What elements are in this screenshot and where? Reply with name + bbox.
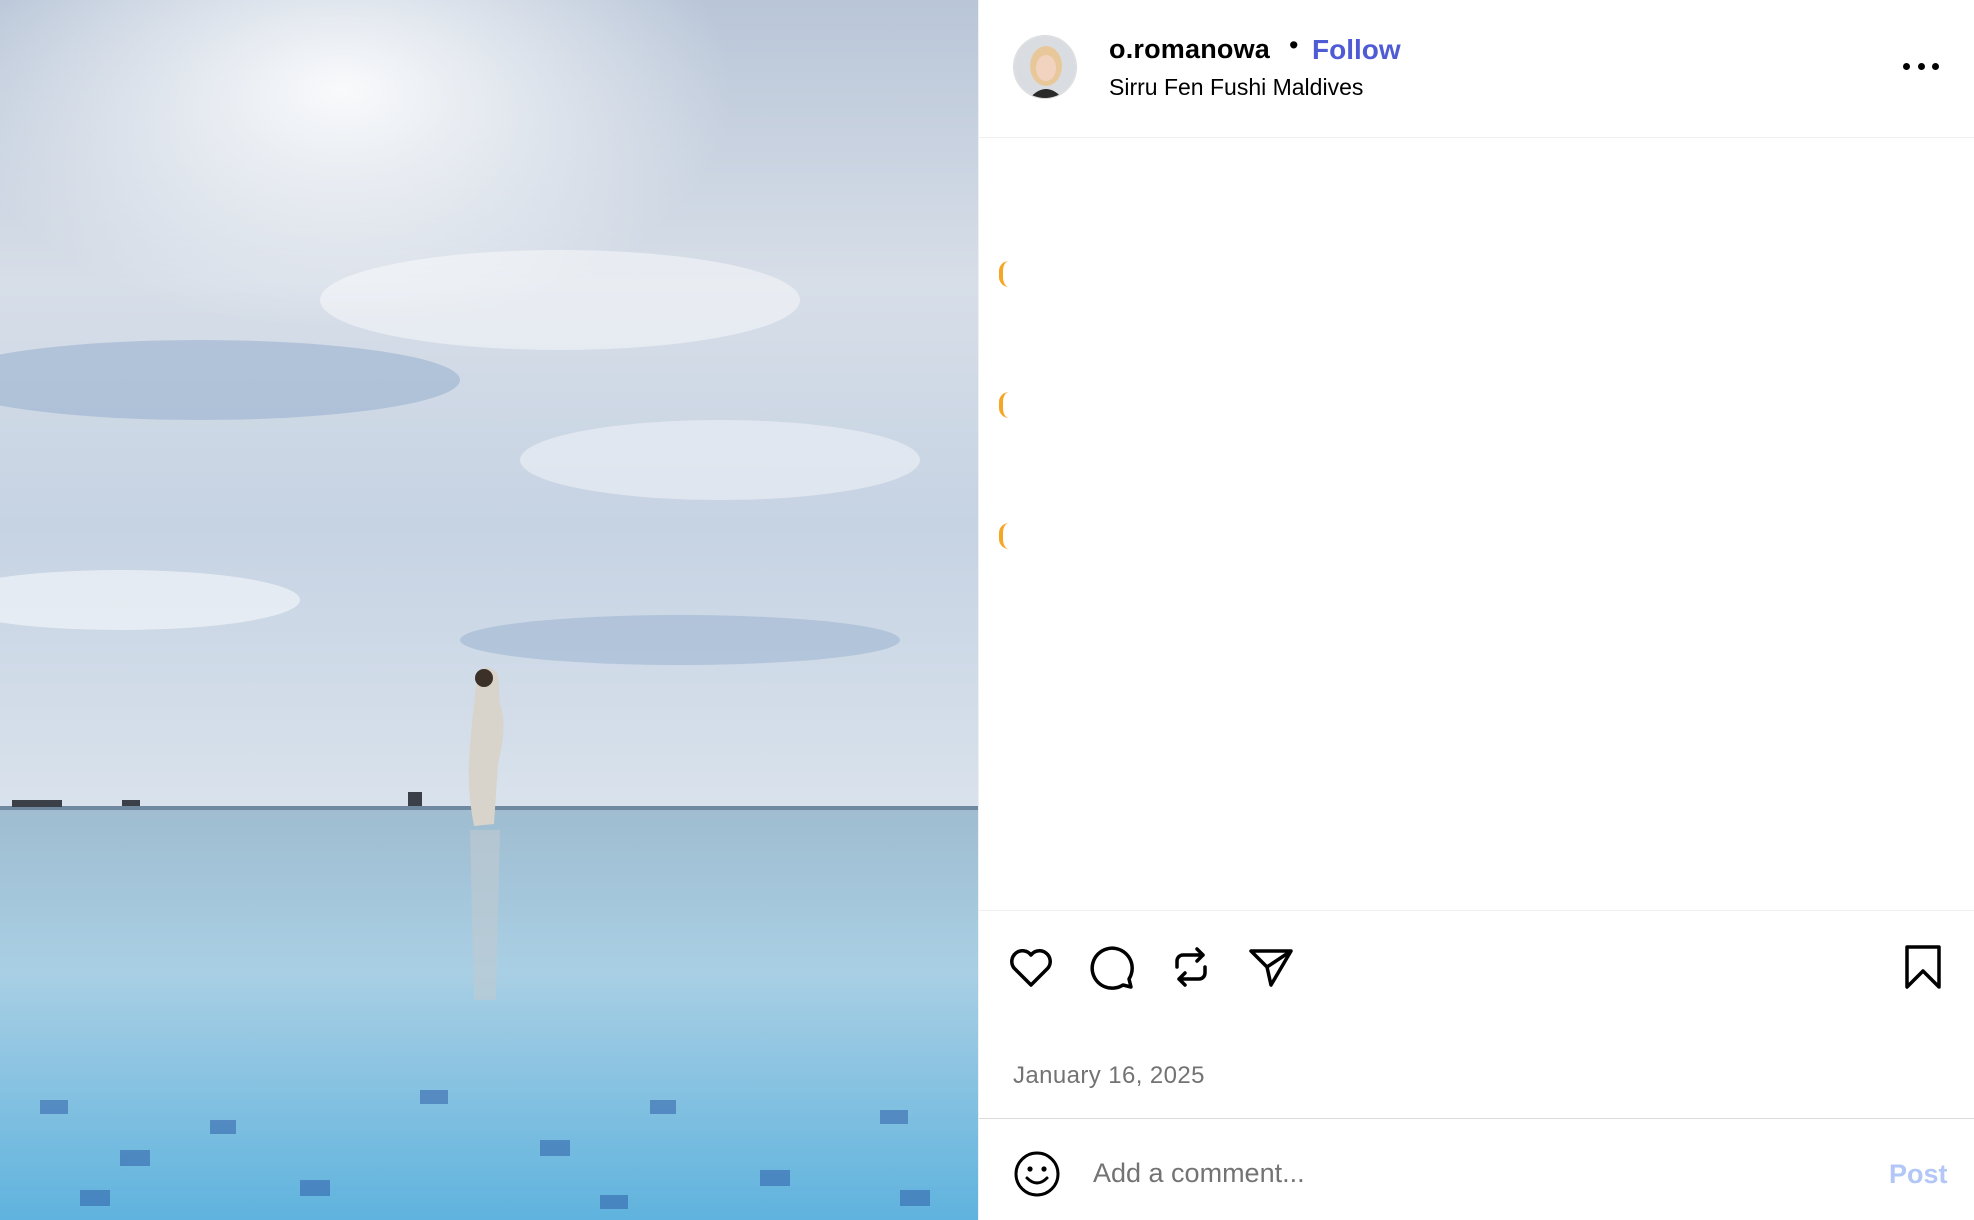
more-dot	[1903, 62, 1910, 70]
bookmark-icon[interactable]	[1897, 941, 1949, 993]
post-details-panel: o.romanowa • Follow Sirru Fen Fushi Mald…	[978, 0, 1974, 1220]
post-date[interactable]: January 16, 2025	[1013, 1062, 1205, 1090]
location-link[interactable]: Sirru Fen Fushi Maldives	[1109, 74, 1363, 101]
follow-button[interactable]: Follow	[1312, 34, 1401, 66]
heart-icon[interactable]	[1005, 941, 1057, 993]
comment-input[interactable]	[1091, 1147, 1855, 1199]
loading-spinner-icon	[999, 523, 1009, 549]
comments-area	[979, 139, 1974, 909]
comment-bar: Post	[979, 1118, 1974, 1220]
post-photo-image	[0, 0, 978, 1220]
post-comment-button[interactable]: Post	[1889, 1159, 1948, 1190]
comment-bubble-icon[interactable]	[1085, 941, 1137, 993]
action-bar	[979, 910, 1974, 1020]
avatar-image	[1014, 36, 1076, 98]
loading-spinner-icon	[999, 261, 1009, 287]
more-dot	[1917, 62, 1925, 70]
more-dot	[1932, 62, 1939, 70]
loading-spinner-icon	[999, 392, 1009, 418]
username[interactable]: o.romanowa	[1109, 34, 1270, 65]
repost-icon[interactable]	[1165, 941, 1217, 993]
separator-dot: •	[1289, 30, 1299, 60]
avatar[interactable]	[1013, 35, 1077, 99]
smiley-icon[interactable]	[1012, 1149, 1062, 1199]
post-photo[interactable]	[0, 0, 978, 1220]
send-icon[interactable]	[1245, 941, 1297, 993]
more-options-icon[interactable]	[1903, 58, 1939, 74]
post-header: o.romanowa • Follow Sirru Fen Fushi Mald…	[979, 0, 1974, 138]
